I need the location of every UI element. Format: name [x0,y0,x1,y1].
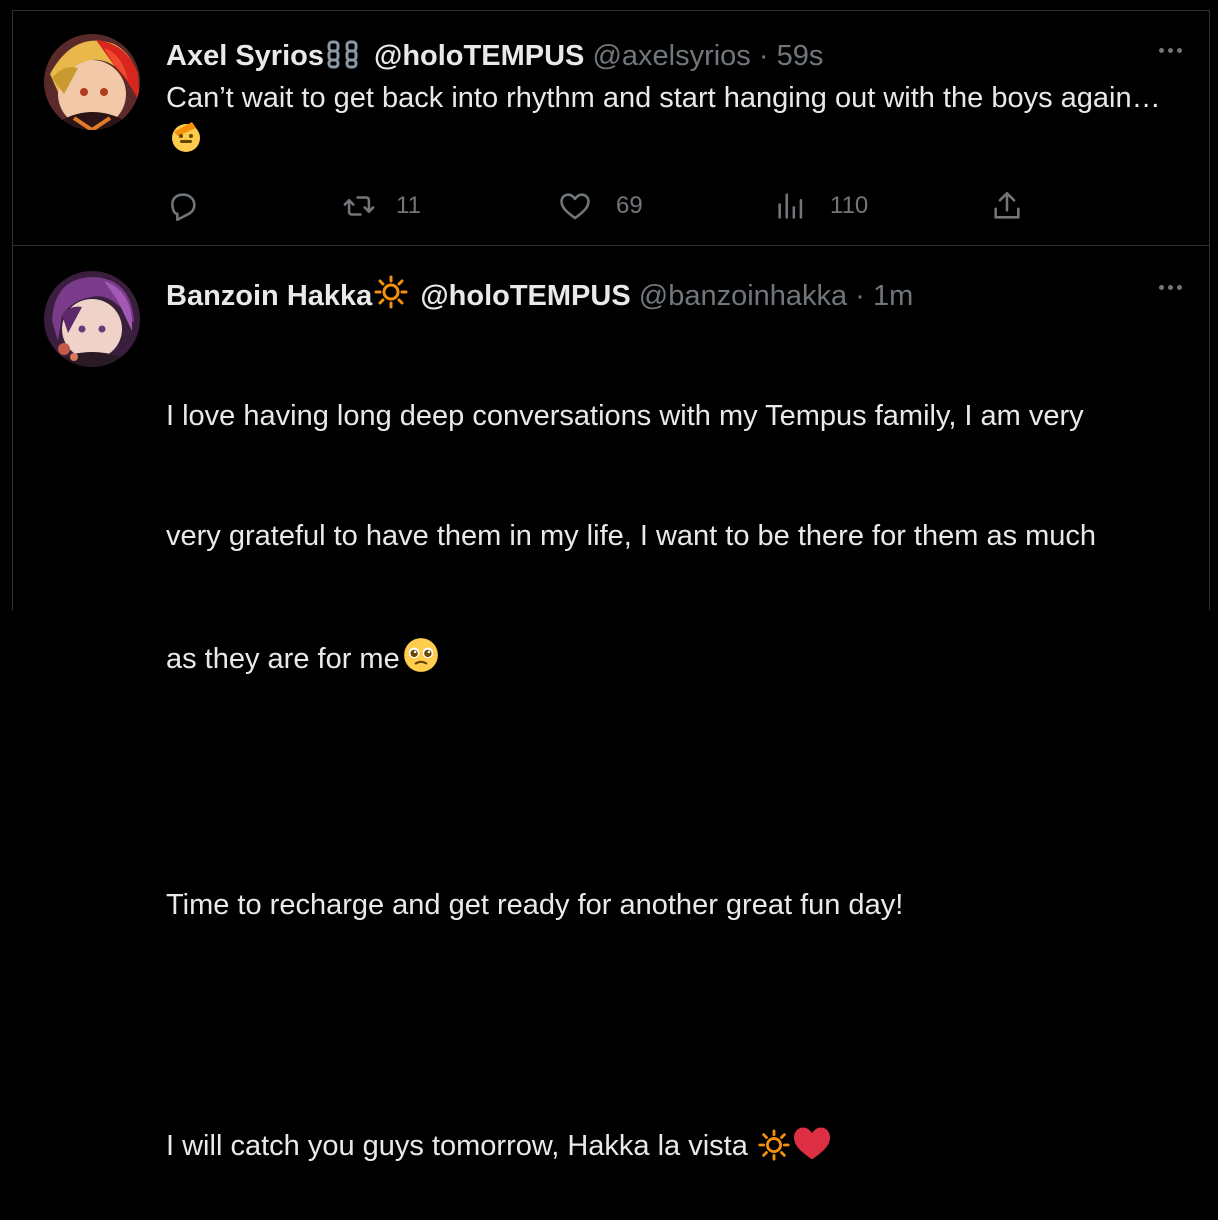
username[interactable]: @axelsyrios [592,40,750,72]
text-line-with-emoji: I will catch you guys tomorrow, Hakka la… [166,1125,1170,1172]
views-button[interactable]: 110 [774,186,868,226]
red-heart-emoji [792,1125,832,1172]
more-icon-dot [1176,47,1182,53]
text-line: I love having long deep conversations wi… [166,400,1084,432]
text-line-with-emoji: as they are for me [166,636,1170,685]
avatar-image-axel [44,34,140,130]
heart-icon [558,189,592,223]
more-icon-dot [1176,284,1182,290]
more-options-button[interactable] [1152,40,1188,60]
timestamp[interactable]: 1m [873,280,913,312]
view-count: 110 [830,192,869,219]
separator: · [758,40,769,72]
chain-link-icon [326,39,362,78]
retweet-icon [342,189,376,223]
separator: · [855,280,865,312]
more-icon-dot [1158,47,1164,53]
pleading-face-emoji [402,636,440,685]
timestamp[interactable]: 59s [777,40,824,72]
tweet-actions: 11 69 110 [166,186,1026,226]
sun-icon [374,275,408,318]
like-count: 69 [616,192,643,219]
more-icon-dot [1158,284,1164,290]
reply-icon [166,189,200,223]
tweet-header: Banzoin Hakka @holoTEMPUS @banzoinhakka … [166,275,1180,318]
list-handle[interactable]: @holoTEMPUS [374,40,584,72]
share-icon [990,189,1024,223]
retweet-count: 11 [396,192,421,219]
more-options-button[interactable] [1152,277,1188,297]
username[interactable]: @banzoinhakka [639,280,847,312]
sun-emoji [758,1129,790,1172]
avatar-image-banzoin [44,271,140,367]
display-name[interactable]: Axel Syrios [166,40,324,72]
reply-button[interactable] [166,186,222,226]
analytics-icon [774,189,808,223]
tweet-banzoin[interactable]: Banzoin Hakka @holoTEMPUS @banzoinhakka … [12,247,1210,1162]
share-button[interactable] [990,186,1024,226]
retweet-button[interactable]: 11 [342,186,421,226]
like-button[interactable]: 69 [558,186,643,226]
tweet-axel[interactable]: Axel Syrios @holoTEMPUS @axelsyrios · 59… [12,10,1210,246]
text-line: Time to recharge and get ready for anoth… [166,889,904,921]
text-line: as they are for me [166,643,400,675]
text-line: very grateful to have them in my life, I… [166,520,1097,552]
tweet-body: Can’t wait to get back into rhythm and s… [166,82,1161,114]
tweet-text: Can’t wait to get back into rhythm and s… [166,78,1170,165]
display-name[interactable]: Banzoin Hakka [166,280,372,312]
avatar[interactable] [44,271,140,367]
list-handle[interactable]: @holoTEMPUS [420,280,630,312]
tweet-text: I love having long deep conversations wi… [166,316,1170,1220]
tweet-header: Axel Syrios @holoTEMPUS @axelsyrios · 59… [166,38,1180,78]
more-icon-dot [1167,284,1173,290]
avatar[interactable] [44,34,140,130]
text-line: I will catch you guys tomorrow, Hakka la… [166,1130,748,1162]
more-icon-dot [1167,47,1173,53]
saluting-face-emoji [168,118,204,165]
